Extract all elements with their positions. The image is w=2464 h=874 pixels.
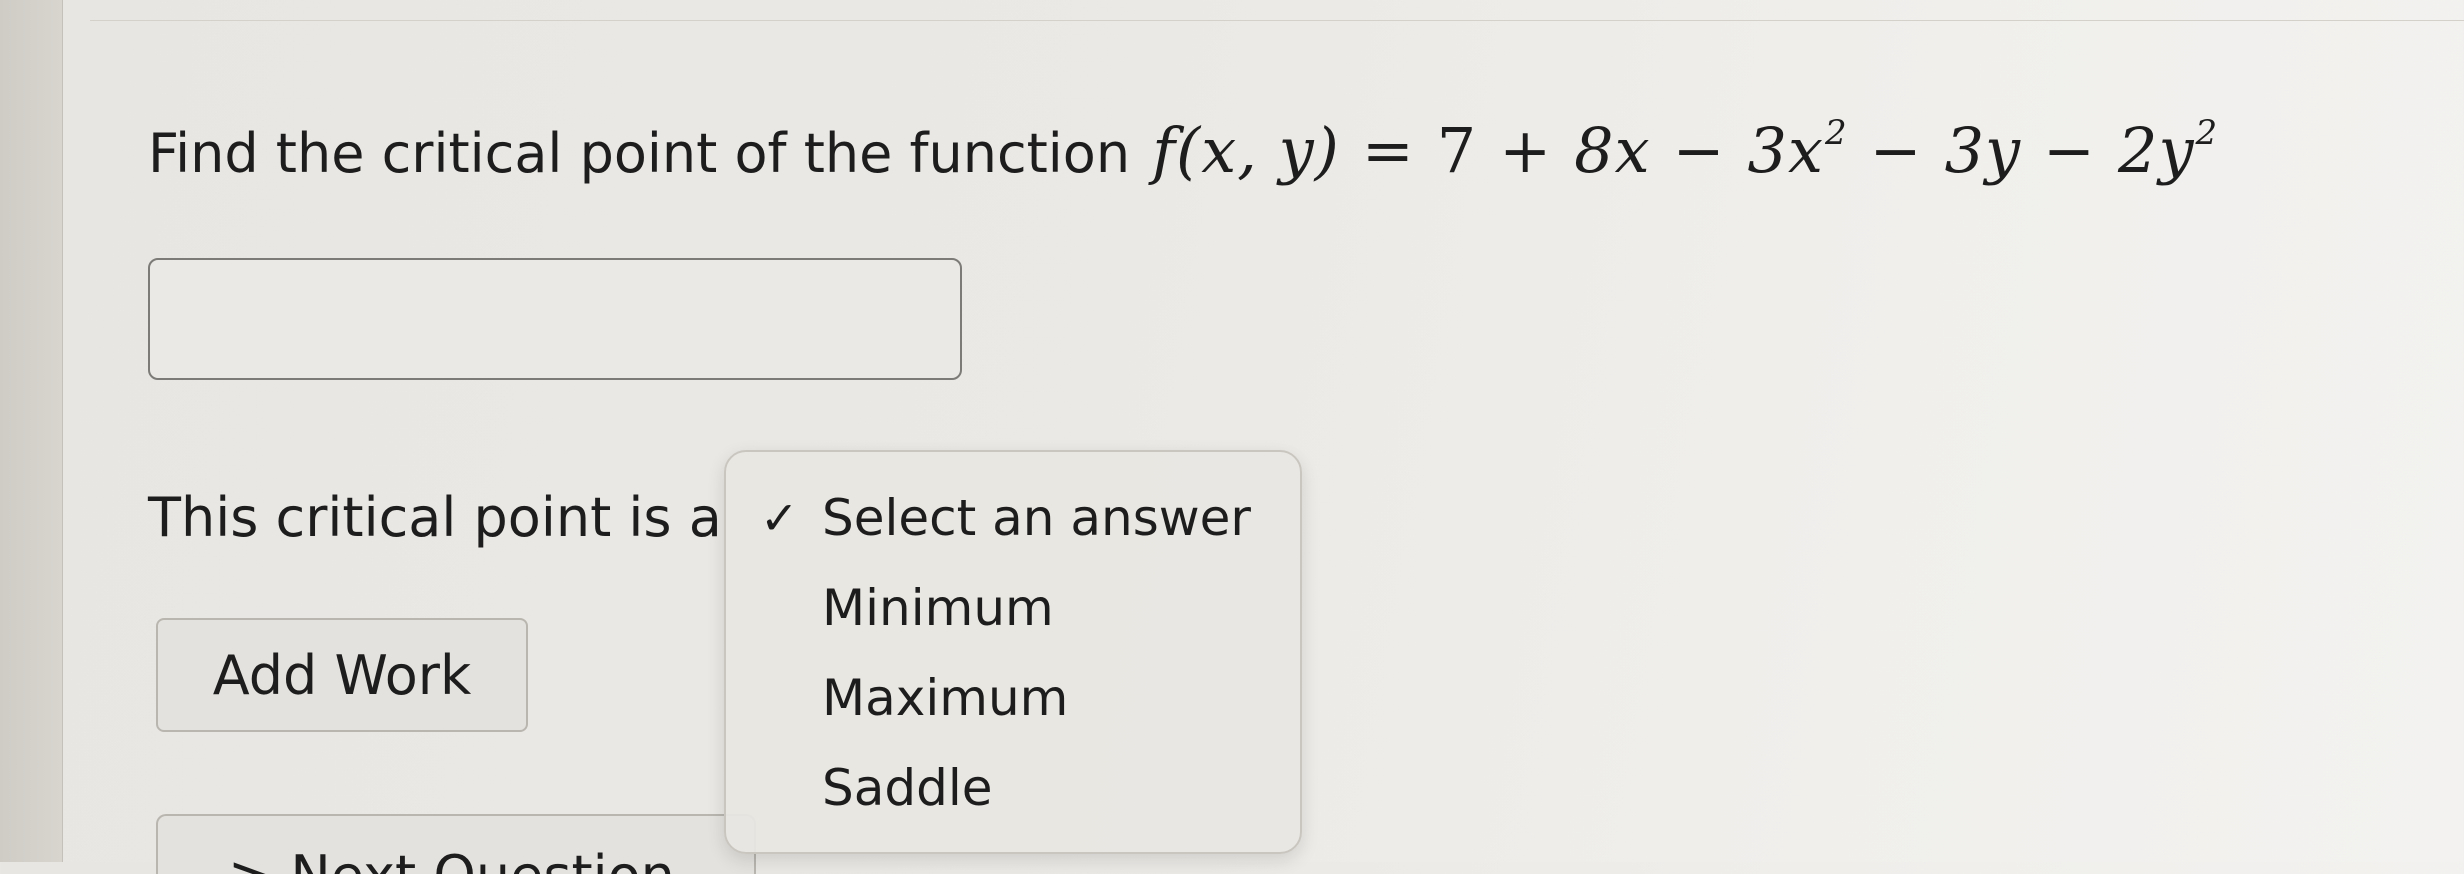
term-2y: 2y: [2118, 114, 2195, 187]
question-prompt: Find the critical point of the function: [148, 122, 1131, 185]
option-label: Saddle: [822, 759, 993, 817]
classification-label: This critical point is a: [148, 486, 722, 549]
operator-minus: −: [1869, 114, 1923, 187]
exponent: 2: [2195, 113, 2219, 153]
option-label: Maximum: [822, 669, 1069, 727]
operator-minus: −: [1672, 114, 1726, 187]
exponent: 2: [1824, 113, 1848, 153]
equals-sign: =: [1361, 114, 1415, 187]
next-question-button[interactable]: > Next Question: [156, 814, 756, 874]
question-text: Find the critical point of the function …: [148, 88, 2218, 199]
option-label: Minimum: [822, 579, 1054, 637]
term-3y: 3y: [1944, 114, 2022, 187]
option-label: Select an answer: [822, 489, 1251, 547]
term-constant: 7: [1436, 114, 1478, 187]
operator-plus: +: [1499, 114, 1553, 187]
term-2y-squared: 2y2: [2118, 113, 2219, 187]
critical-point-input[interactable]: [148, 258, 962, 380]
function-expression: f(x, y) = 7 +8x −3x2−3y −2y2: [1152, 88, 2218, 196]
term-3x: 3x: [1747, 114, 1824, 187]
dropdown-option-minimum[interactable]: Minimum: [726, 568, 1300, 648]
divider: [90, 20, 2464, 21]
dropdown-option-saddle[interactable]: Saddle: [726, 748, 1300, 828]
dropdown-option-maximum[interactable]: Maximum: [726, 658, 1300, 738]
operator-minus: −: [2043, 114, 2096, 187]
page-left-margin: [0, 0, 63, 862]
add-work-button[interactable]: Add Work: [156, 618, 528, 732]
next-question-label: > Next Question: [228, 844, 675, 874]
classification-dropdown-menu[interactable]: ✓ Select an answer Minimum Maximum Saddl…: [724, 450, 1302, 854]
term-8x: 8x: [1574, 114, 1651, 187]
dropdown-option-select-an-answer[interactable]: ✓ Select an answer: [726, 478, 1300, 558]
function-lhs: f(x, y): [1152, 114, 1340, 187]
checkmark-icon: ✓: [760, 491, 799, 545]
term-3x-squared: 3x2: [1747, 113, 1848, 187]
